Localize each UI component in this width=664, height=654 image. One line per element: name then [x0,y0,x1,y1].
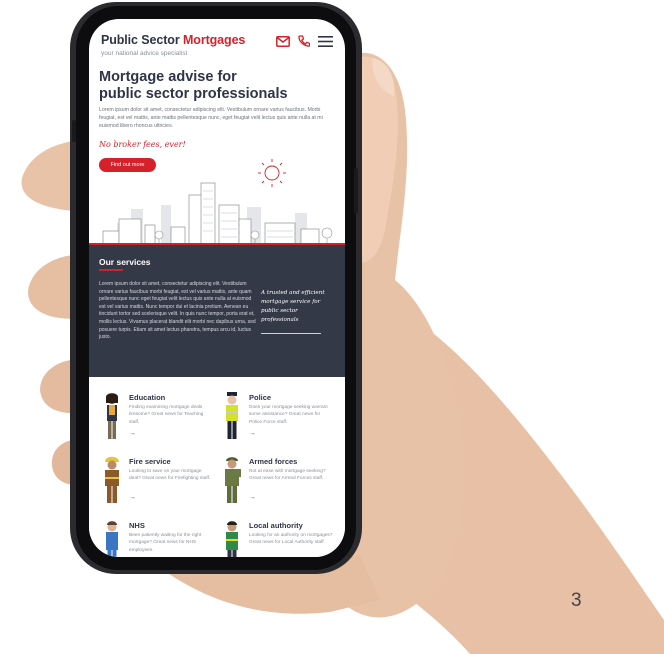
hero-title: Mortgage advise for public sector profes… [99,69,329,103]
card-description: Not at ease with mortgage seeking? Great… [249,469,326,482]
arrow-right-icon[interactable]: → [129,494,136,501]
card-title: Police [249,393,272,402]
mail-icon[interactable] [276,36,290,47]
hero-title-line-2: public sector professionals [99,86,288,102]
service-cards: Education Finding examining mortgage dea… [89,377,345,557]
card-nhs[interactable]: NHS Been patiently waiting for the right… [99,519,217,557]
police-officer-figure-icon [226,392,238,439]
find-out-more-button[interactable]: Find out more [99,158,156,172]
services-quote: A trusted and efficient mortgage service… [261,290,325,323]
hero-title-line-1: Mortgage advise for [99,69,237,85]
city-skyline-illustration [89,159,345,245]
card-description: Finding examining mortgage deals tiresom… [129,405,204,425]
services-body: Lorem ipsum dolor sit amet, consectetur … [99,281,256,341]
card-title: NHS [129,521,145,530]
brand-name: Public Sector [101,33,180,47]
arrow-right-icon[interactable]: → [249,430,256,437]
quote-underline [261,333,321,334]
firefighter-figure-icon [105,456,119,503]
card-description: Does your mortgage seeking warrant some … [249,405,328,425]
services-section: Our services Lorem ipsum dolor sit amet,… [89,245,345,377]
hero-body: Lorem ipsum dolor sit amet, consectetur … [99,107,323,129]
nurse-figure-icon [106,521,118,557]
card-title: Fire service [129,457,171,466]
council-worker-figure-icon [226,521,238,557]
site-logo[interactable]: Public Sector Mortgages [101,33,245,47]
card-title: Education [129,393,166,402]
phone-screen: Public Sector Mortgages your national ad… [89,19,345,557]
phone-icon[interactable] [298,35,310,48]
card-title: Armed forces [249,457,298,466]
card-armed-forces[interactable]: Armed forces Not at ease with mortgage s… [219,455,337,515]
power-button [354,168,358,214]
teacher-figure-icon [106,393,118,439]
card-local-authority[interactable]: Local authority Looking for an authority… [219,519,337,557]
services-title: Our services [99,257,151,267]
soldier-figure-icon [225,457,241,503]
card-description: Looking to save on your mortgage deal? G… [129,469,211,482]
menu-icon[interactable] [318,35,333,48]
site-header: Public Sector Mortgages your national ad… [101,29,333,69]
arrow-right-icon[interactable]: → [249,494,256,501]
card-education[interactable]: Education Finding examining mortgage dea… [99,391,217,451]
services-title-underline [99,269,123,271]
mute-switch [72,120,76,142]
slide-number: 3 [571,590,582,611]
brand-accent: Mortgages [182,33,246,47]
card-fire-service[interactable]: Fire service Looking to save on your mor… [99,455,217,515]
card-police[interactable]: Police Does your mortgage seeking warran… [219,391,337,451]
card-title: Local authority [249,521,303,530]
site-tagline: your national advice specialist [101,50,188,57]
arrow-right-icon[interactable]: → [129,430,136,437]
card-description: Looking for an authority on mortgages? G… [249,533,333,546]
card-description: Been patiently waiting for the right mor… [129,533,202,553]
